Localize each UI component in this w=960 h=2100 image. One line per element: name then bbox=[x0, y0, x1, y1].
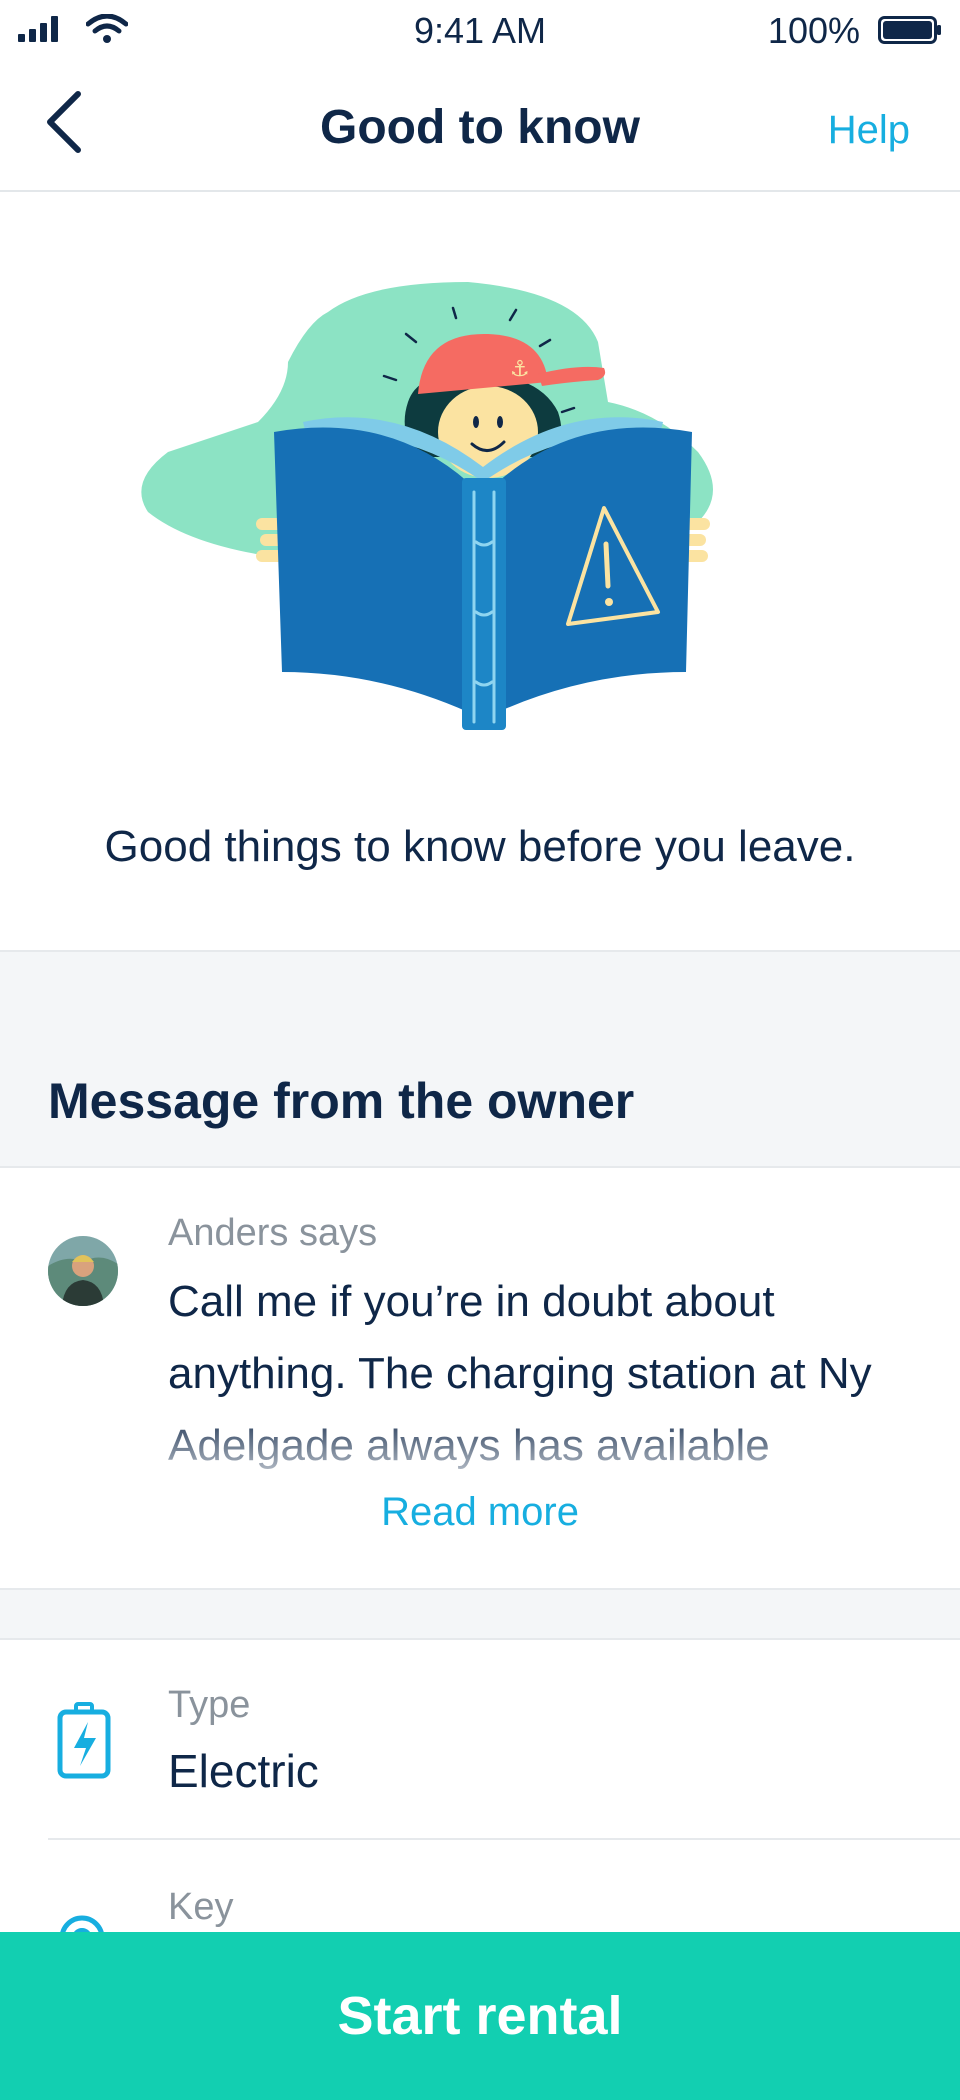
read-more-link[interactable]: Read more bbox=[0, 1490, 960, 1535]
detail-label: Type bbox=[168, 1684, 251, 1726]
battery-bolt-icon bbox=[57, 1702, 111, 1779]
reading-book-illustration: ⚓ bbox=[141, 282, 714, 730]
detail-row-type: Type Electric bbox=[0, 1640, 960, 1840]
section-title: Message from the owner bbox=[48, 1073, 635, 1129]
help-button[interactable]: Help bbox=[828, 108, 910, 153]
message-fade-overlay bbox=[160, 1408, 960, 1488]
svg-text:⚓: ⚓ bbox=[510, 357, 530, 382]
status-bar: 9:41 AM 100% bbox=[0, 0, 960, 64]
detail-value: Electric bbox=[168, 1745, 319, 1797]
section-divider bbox=[0, 1588, 960, 1640]
navigation-bar: Good to know Help bbox=[0, 64, 960, 192]
battery-percentage: 100% bbox=[767, 10, 860, 51]
battery-icon bbox=[878, 16, 941, 44]
page-title: Good to know bbox=[320, 101, 640, 154]
start-rental-button[interactable]: Start rental bbox=[0, 1932, 960, 2100]
hero-caption: Good things to know before you leave. bbox=[104, 822, 856, 871]
start-rental-label: Start rental bbox=[337, 1986, 623, 2046]
owner-avatar-image bbox=[48, 1236, 118, 1306]
owner-message: Anders says Call me if you’re in doubt a… bbox=[0, 1168, 960, 1588]
message-author: Anders says bbox=[168, 1212, 378, 1254]
avatar bbox=[48, 1236, 118, 1306]
hero-section: ⚓ Good things to know before you leave. bbox=[0, 192, 960, 952]
detail-label: Key bbox=[168, 1886, 234, 1928]
detail-row-key: Key bbox=[0, 1840, 960, 1961]
owner-section-header: Message from the owner bbox=[0, 950, 960, 1168]
